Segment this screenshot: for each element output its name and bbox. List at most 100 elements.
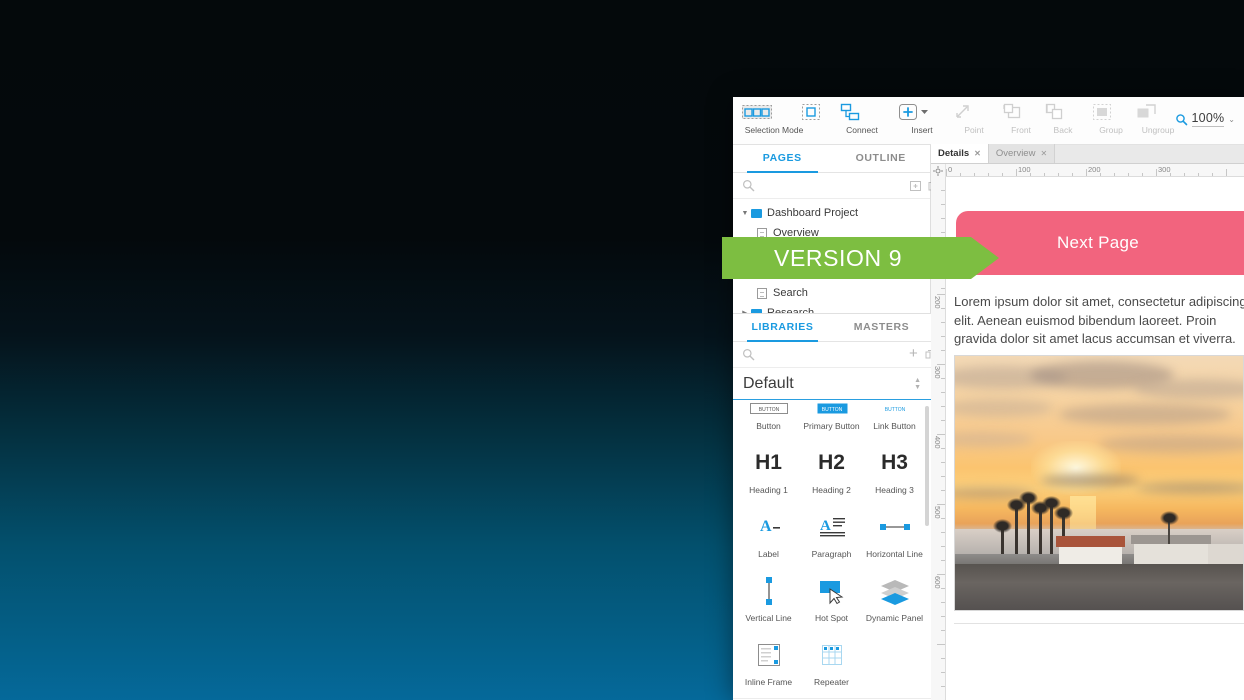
add-page-icon[interactable] xyxy=(909,179,922,193)
libraries-section: LIBRARIES MASTERS + ⋮ xyxy=(733,313,957,700)
libraries-masters-tabs: LIBRARIES MASTERS xyxy=(733,314,931,342)
canvas-next-page-label: Next Page xyxy=(1056,233,1140,252)
widget-label: Hot Spot xyxy=(814,613,849,623)
pages-search-row xyxy=(733,173,942,199)
widget-label: Paragraph xyxy=(811,549,852,559)
widget-vertical-line[interactable]: Vertical Line xyxy=(737,568,800,632)
toolbar-button-point[interactable]: Point xyxy=(951,101,997,135)
label-widget-icon: A xyxy=(737,510,800,544)
widget-library-scroll[interactable]: BUTTON Button BUTTON Primary Button BUTT… xyxy=(733,400,931,700)
marquee-select-icon xyxy=(799,101,839,123)
chevron-down-icon[interactable]: ▼ xyxy=(739,210,751,217)
tab-outline[interactable]: OUTLINE xyxy=(832,145,931,172)
libraries-search-input[interactable] xyxy=(761,348,903,361)
left-panel: PAGES OUTLINE ▼ Dashboard Project Overvi… xyxy=(733,145,957,700)
widget-label: Heading 1 xyxy=(749,485,788,495)
widget-horizontal-line[interactable]: Horizontal Line xyxy=(863,504,926,568)
svg-text:BUTTON: BUTTON xyxy=(821,407,842,413)
toolbar-button-marquee[interactable] xyxy=(799,101,839,135)
zoom-control[interactable]: 100% ⌄ xyxy=(1175,111,1235,127)
tab-label: Overview xyxy=(995,148,1036,159)
widget-label: Inline Frame xyxy=(744,677,793,687)
widget-label: Horizontal Line xyxy=(866,549,923,559)
point-icon xyxy=(951,101,997,123)
magnifier-icon xyxy=(1175,113,1188,126)
widget-heading-3[interactable]: H3 Heading 3 xyxy=(863,440,926,504)
toolbar-label-insert: Insert xyxy=(911,125,933,135)
dynamic-panel-widget-icon xyxy=(863,574,926,608)
widget-label: Label xyxy=(758,549,779,559)
ruler-label: 400 xyxy=(933,436,942,449)
search-icon xyxy=(742,348,755,362)
ruler-label: 500 xyxy=(933,506,942,519)
widget-label: Dynamic Panel xyxy=(865,613,924,623)
widget-label: Link Button xyxy=(873,421,916,431)
insert-icon xyxy=(893,101,951,123)
library-selector[interactable]: Default ▲ ▼ xyxy=(733,368,931,400)
widget-label: Vertical Line xyxy=(745,613,792,623)
version-ribbon-label: VERSION 9 xyxy=(774,244,903,271)
widget-label: Primary Button xyxy=(803,421,860,431)
zoom-value[interactable]: 100% xyxy=(1191,111,1225,127)
toolbar-button-back[interactable]: Back xyxy=(1041,101,1085,135)
library-scrollbar[interactable] xyxy=(925,406,929,526)
add-library-icon[interactable]: + xyxy=(909,346,918,362)
toolbar-label-connect: Connect xyxy=(846,125,878,135)
widget-heading-1[interactable]: H1 Heading 1 xyxy=(737,440,800,504)
widget-heading-2[interactable]: H2 Heading 2 xyxy=(800,440,863,504)
tree-item-label: Search xyxy=(773,287,808,299)
widget-inline-frame[interactable]: Inline Frame xyxy=(737,632,800,696)
toolbar-label-front: Front xyxy=(1011,125,1031,135)
application-window: Selection Mode Connect Insert Point Fron… xyxy=(733,97,1244,700)
primary-button-widget-icon: BUTTON xyxy=(800,400,863,416)
canvas-next-page-button[interactable]: Next Page xyxy=(956,211,1244,275)
bring-front-icon xyxy=(999,101,1043,123)
version-ribbon: VERSION 9 xyxy=(722,237,999,279)
chevron-down-icon[interactable]: ⌄ xyxy=(1228,115,1235,124)
ruler-origin-icon[interactable] xyxy=(931,164,946,177)
tree-item-research[interactable]: ▶ Research xyxy=(733,303,930,313)
tab-overview[interactable]: Overview ✕ xyxy=(988,144,1056,163)
close-icon[interactable]: ✕ xyxy=(974,149,981,158)
ruler-label: 200 xyxy=(1088,165,1101,174)
widget-dynamic-panel[interactable]: Dynamic Panel xyxy=(863,568,926,632)
canvas-paragraph-text[interactable]: Lorem ipsum dolor sit amet, consectetur … xyxy=(954,293,1244,349)
stepper-icon[interactable]: ▲ ▼ xyxy=(914,377,921,391)
ruler-label: 0 xyxy=(948,165,953,174)
send-back-icon xyxy=(1041,101,1085,123)
widget-repeater[interactable]: Repeater xyxy=(800,632,863,696)
horizontal-line-widget-icon xyxy=(863,510,926,544)
widget-link-button[interactable]: BUTTON Link Button xyxy=(863,400,926,440)
tree-item-dashboard-project[interactable]: ▼ Dashboard Project xyxy=(733,203,930,223)
inline-frame-widget-icon xyxy=(737,638,800,672)
tab-masters[interactable]: MASTERS xyxy=(832,314,931,341)
toolbar-button-front[interactable]: Front xyxy=(999,101,1043,135)
tab-details[interactable]: Details ✕ xyxy=(931,144,989,163)
sunset-palm-trees-photo[interactable] xyxy=(954,355,1244,611)
toolbar-button-group[interactable]: Group xyxy=(1089,101,1133,135)
vertical-line-widget-icon xyxy=(737,574,800,608)
group-icon xyxy=(1089,101,1133,123)
widget-hot-spot[interactable]: Hot Spot xyxy=(800,568,863,632)
tree-item-search[interactable]: Search xyxy=(733,283,930,303)
hot-spot-widget-icon xyxy=(800,574,863,608)
folder-icon xyxy=(751,208,767,218)
libraries-search-row: + ⋮ xyxy=(733,342,957,368)
widget-primary-button[interactable]: BUTTON Primary Button xyxy=(800,400,863,440)
page-icon xyxy=(757,287,773,299)
button-widget-icon: BUTTON xyxy=(737,400,800,416)
paragraph-widget-icon: A xyxy=(800,510,863,544)
close-icon[interactable]: ✕ xyxy=(1040,149,1047,158)
heading-3-widget-icon: H3 xyxy=(881,451,908,474)
widget-button[interactable]: BUTTON Button xyxy=(737,400,800,440)
horizontal-ruler[interactable]: 0 100 200 300 xyxy=(931,164,1244,177)
widget-label[interactable]: A Label xyxy=(737,504,800,568)
tab-pages[interactable]: PAGES xyxy=(733,145,832,173)
widget-paragraph[interactable]: A Paragraph xyxy=(800,504,863,568)
tab-libraries[interactable]: LIBRARIES xyxy=(733,314,832,342)
link-button-widget-icon: BUTTON xyxy=(863,400,926,416)
pages-search-input[interactable] xyxy=(761,179,903,192)
ruler-label: 600 xyxy=(933,576,942,589)
toolbar-button-connect[interactable]: Connect xyxy=(837,101,887,135)
toolbar-button-insert[interactable]: Insert xyxy=(893,101,951,135)
